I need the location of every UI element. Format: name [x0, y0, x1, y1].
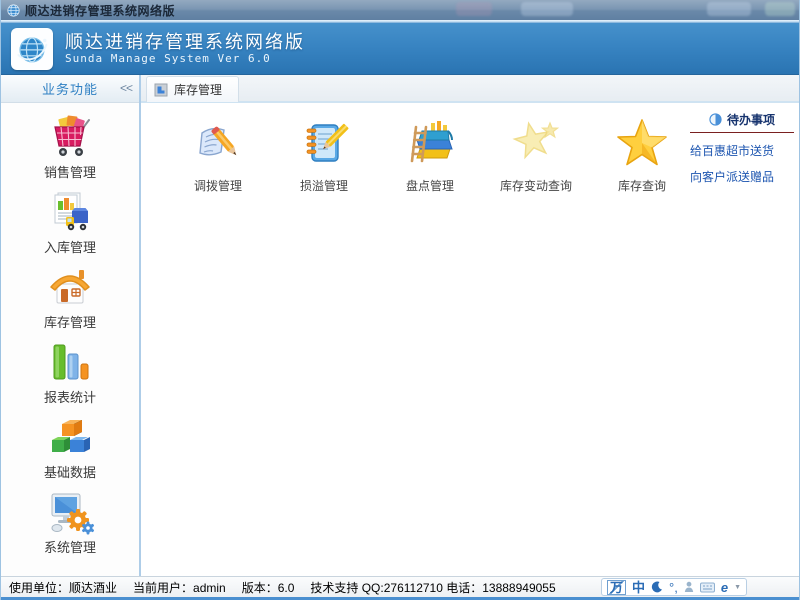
chevron-down-icon[interactable]: ▼ — [734, 584, 741, 591]
feature-inventory-change-query[interactable]: 库存变动查询 — [483, 115, 589, 194]
person-icon[interactable] — [684, 581, 694, 593]
document-pencil-icon — [192, 115, 244, 171]
globe-icon — [7, 4, 20, 17]
sidebar-collapse-button[interactable]: << — [120, 81, 132, 95]
app-subtitle: Sunda Manage System Ver 6.0 — [65, 53, 305, 66]
sidebar-item-label: 系统管理 — [44, 537, 96, 556]
sidebar-item-basedata[interactable]: 基础数据 — [1, 408, 139, 483]
crescent-moon-icon[interactable] — [651, 581, 663, 593]
bar-chart-icon — [46, 335, 94, 385]
faded-stars-icon — [510, 115, 562, 171]
tab-bar: 库存管理 — [141, 75, 799, 103]
titlebar: 顺达进销存管理系统网络版 — [1, 0, 799, 20]
app-title: 顺达进销存管理系统网络版 — [65, 32, 305, 53]
todo-link-delivery[interactable]: 给百惠超市送货 — [690, 142, 794, 159]
sidebar-item-system[interactable]: 系统管理 — [1, 483, 139, 558]
feature-label: 盘点管理 — [406, 177, 454, 194]
blocks-icon — [46, 410, 94, 460]
status-company: 使用单位：顺达酒业 — [9, 579, 117, 596]
status-user: 当前用户：admin — [133, 579, 226, 596]
books-ladder-icon — [404, 115, 456, 171]
content-panel: 调拨管理 — [141, 103, 799, 576]
sidebar-header: 业务功能 << — [1, 75, 139, 103]
todo-link-gifts[interactable]: 向客户派送赠品 — [690, 168, 794, 185]
titlebar-gloss — [765, 2, 795, 16]
feature-transfer-management[interactable]: 调拨管理 — [165, 115, 271, 194]
notebook-pencil-icon — [298, 115, 350, 171]
sidebar: 业务功能 << — [1, 75, 141, 576]
app-window: 顺达进销存管理系统网络版 顺达进销存管理系统网络版 Sunda Manage S… — [0, 0, 800, 600]
sidebar-menu: 销售管理 — [1, 103, 139, 576]
status-version: 版本：6.0 — [242, 579, 295, 596]
todo-title: 待办事项 — [727, 111, 775, 128]
sidebar-item-sales[interactable]: 销售管理 — [1, 108, 139, 183]
feature-loss-overflow-management[interactable]: 损溢管理 — [271, 115, 377, 194]
sidebar-item-label: 基础数据 — [44, 462, 96, 481]
sidebar-item-label: 报表统计 — [44, 387, 96, 406]
sidebar-item-inventory[interactable]: 库存管理 — [1, 258, 139, 333]
status-support: 技术支持 QQ:276112710 电话：13888949055 — [310, 579, 555, 596]
feature-label: 库存查询 — [618, 177, 666, 194]
ime-toolbar: 万 中 °, e ▼ — [601, 578, 747, 596]
feature-label: 损溢管理 — [300, 177, 348, 194]
sidebar-item-inbound[interactable]: 入库管理 — [1, 183, 139, 258]
main-area: 库存管理 — [141, 75, 799, 576]
feature-label: 调拨管理 — [194, 177, 242, 194]
ime-input-method-button[interactable]: 万 — [607, 580, 626, 595]
pie-chart-icon — [709, 113, 722, 126]
sidebar-item-label: 销售管理 — [44, 162, 96, 181]
sidebar-item-reports[interactable]: 报表统计 — [1, 333, 139, 408]
status-bar: 使用单位：顺达酒业 当前用户：admin 版本：6.0 技术支持 QQ:2761… — [1, 576, 799, 600]
window-title: 顺达进销存管理系统网络版 — [25, 2, 175, 19]
ime-punctuation-button[interactable]: °, — [669, 581, 678, 594]
sidebar-item-label: 入库管理 — [44, 237, 96, 256]
window-icon — [154, 83, 168, 97]
tab-inventory-management[interactable]: 库存管理 — [146, 76, 239, 102]
app-logo — [11, 28, 53, 70]
todo-header: 待办事项 — [690, 111, 794, 133]
titlebar-gloss — [521, 2, 573, 16]
monitor-gears-icon — [46, 485, 94, 535]
todo-panel: 待办事项 给百惠超市送货 向客户派送赠品 — [690, 111, 794, 185]
titlebar-gloss — [707, 2, 751, 16]
star-icon — [615, 115, 669, 171]
feature-inventory-query[interactable]: 库存查询 — [589, 115, 695, 194]
ime-language-button[interactable]: 中 — [632, 581, 645, 594]
status-info: 使用单位：顺达酒业 当前用户：admin 版本：6.0 技术支持 QQ:2761… — [9, 579, 556, 596]
sidebar-title: 业务功能 — [42, 79, 98, 98]
app-header: 顺达进销存管理系统网络版 Sunda Manage System Ver 6.0 — [1, 23, 799, 75]
tab-label: 库存管理 — [174, 81, 222, 98]
shopping-cart-icon — [46, 110, 94, 160]
ime-tools-button[interactable]: e — [721, 581, 728, 594]
documents-truck-icon — [46, 185, 94, 235]
feature-label: 库存变动查询 — [500, 177, 572, 194]
house-icon — [46, 260, 94, 310]
titlebar-gloss — [456, 2, 492, 16]
keyboard-icon[interactable] — [700, 582, 715, 593]
feature-stocktaking-management[interactable]: 盘点管理 — [377, 115, 483, 194]
sidebar-item-label: 库存管理 — [44, 312, 96, 331]
globe-logo-icon — [15, 32, 49, 66]
